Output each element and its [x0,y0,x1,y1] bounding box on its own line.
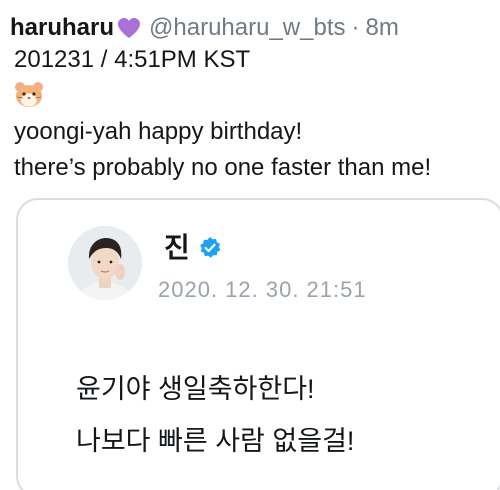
verified-badge-icon [198,236,222,260]
quoted-author-name[interactable]: 진 [164,232,190,264]
user-handle[interactable]: @haruharu_w_bts [149,14,345,42]
quoted-text-line: 나보다 빠른 사람 없을걸! [76,426,355,456]
quoted-text-line: 윤기야 생일축하한다! [76,374,315,404]
quoted-author[interactable]: 진 [164,232,222,264]
tweet-header: haruharu @haruharu_w_bts · 8m [10,14,399,42]
quoted-date: 2020. 12. 30. 21:51 [158,277,367,302]
tweet-text-line: there’s probably no one faster than me! [14,154,432,181]
purple-heart-icon [117,17,141,39]
quoted-post-card[interactable]: 진 2020. 12. 30. 21:51 윤기야 생일축하한다! 나보다 빠른… [16,198,500,490]
separator-dot: · [351,14,360,41]
tweet-text-line: yoongi-yah happy birthday! [14,118,303,145]
hamster-face-emoji [14,80,44,113]
tweet-time[interactable]: 8m [366,14,399,42]
tweet: haruharu @haruharu_w_bts · 8m 201231 / 4… [0,0,500,490]
display-name[interactable]: haruharu [10,14,114,42]
avatar[interactable] [68,226,142,300]
tweet-text-line: 201231 / 4:51PM KST [14,46,251,73]
